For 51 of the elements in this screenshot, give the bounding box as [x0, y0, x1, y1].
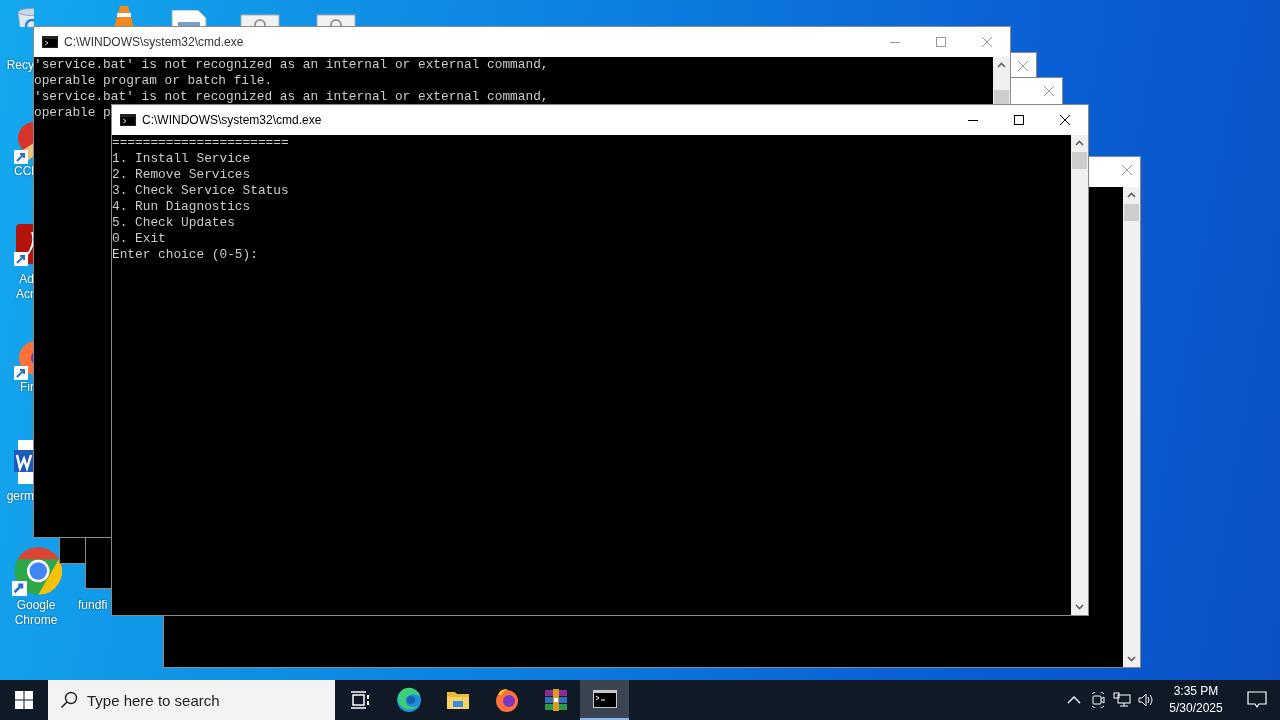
console-icon — [120, 114, 136, 126]
search-field[interactable]: Type here to search — [48, 680, 335, 720]
icon-label: Ad Acr — [15, 272, 34, 302]
icon-label: germ — [5, 489, 34, 504]
close-icon — [1043, 84, 1055, 97]
console-icon — [42, 36, 58, 48]
search-icon — [60, 691, 78, 709]
maximize-icon — [936, 37, 946, 47]
console-line: 5. Check Updates — [112, 215, 235, 231]
word-document-icon[interactable] — [14, 440, 34, 484]
console-line: 2. Remove Services — [112, 167, 251, 183]
console-line: operable program or batch file. — [34, 73, 273, 89]
icon-label: Google Chrome — [13, 598, 59, 628]
console-line: 'service.bat' is not recognized as an internal or external command, — [34, 89, 549, 105]
speech-bubble-icon — [1247, 691, 1267, 709]
taskbar-app-button[interactable] — [580, 680, 629, 720]
console-line: 4. Run Diagnostics — [112, 199, 251, 215]
close-icon — [1059, 114, 1071, 126]
edge-browser-icon — [395, 687, 422, 713]
clock-time: 3:35 PM — [1173, 683, 1219, 700]
gear-file-icon[interactable] — [316, 14, 356, 27]
clock-date: 5/30/2025 — [1169, 700, 1223, 717]
icon-label: CCl — [13, 164, 34, 179]
archive-books-icon — [542, 687, 569, 713]
network-icon — [1113, 692, 1131, 708]
close-icon — [1017, 59, 1029, 72]
console-line: 'service.bat' is not recognized as an internal or external command, — [34, 57, 549, 73]
close-icon — [1121, 163, 1133, 176]
window-title: C:\WINDOWS\system32\cmd.exe — [64, 35, 245, 49]
scroll-thumb[interactable] — [1124, 204, 1139, 221]
icon-label: Recy — [5, 58, 34, 73]
console-line: operable p — [34, 105, 111, 121]
console-line: ======================= — [112, 135, 289, 151]
clock[interactable]: 3:35 PM 5/30/2025 — [1158, 680, 1234, 720]
gear-file-icon[interactable] — [240, 14, 280, 27]
icon-label: fundfi — [78, 598, 109, 613]
console-line: 1. Install Service — [112, 151, 251, 167]
pdf-app-icon[interactable] — [14, 224, 34, 268]
icon-label: Fir — [19, 380, 34, 395]
maximize-icon — [1014, 115, 1024, 125]
camera-icon — [1089, 692, 1107, 708]
volume-icon — [1137, 692, 1155, 708]
console-line: 3. Check Service Status — [112, 183, 289, 199]
firefox-icon — [493, 687, 520, 713]
close-icon — [981, 36, 993, 48]
console-line: Enter choice (0-5): — [112, 247, 258, 263]
window-title: C:\WINDOWS\system32\cmd.exe — [142, 113, 323, 127]
chrome-icon[interactable] — [12, 546, 62, 596]
windows-logo-icon — [15, 691, 33, 709]
scroll-thumb[interactable] — [1072, 152, 1087, 169]
console-line: 0. Exit — [112, 231, 166, 247]
